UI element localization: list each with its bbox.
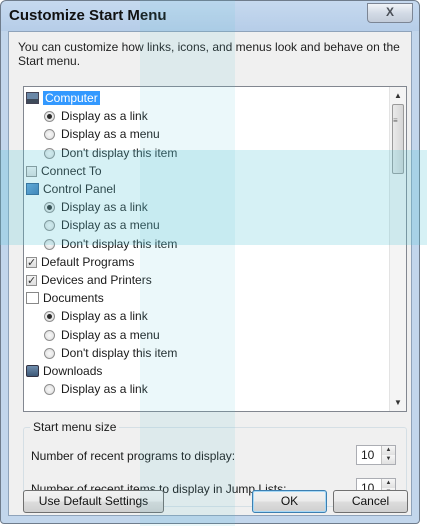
item-label: Display as a link bbox=[61, 200, 148, 215]
radio-checked-icon[interactable] bbox=[44, 111, 55, 123]
scrollbar-thumb[interactable] bbox=[392, 104, 404, 174]
use-default-settings-button[interactable]: Use Default Settings bbox=[23, 490, 164, 513]
category-item[interactable]: Computer bbox=[26, 89, 100, 107]
recent-programs-label: Number of recent programs to display: bbox=[31, 449, 236, 463]
item-label: Display as a link bbox=[61, 109, 148, 124]
radio-unchecked-icon[interactable] bbox=[44, 347, 55, 359]
item-label: Display as a menu bbox=[61, 218, 160, 233]
radio-option[interactable]: Don't display this item bbox=[44, 344, 177, 362]
item-label: Display as a menu bbox=[61, 127, 160, 142]
scrollbar-grip-icon: ≡ bbox=[393, 116, 398, 125]
recent-programs-value[interactable]: 10 bbox=[361, 448, 374, 462]
close-button[interactable]: X bbox=[367, 3, 413, 23]
downloads-icon bbox=[26, 365, 39, 377]
item-label: Documents bbox=[43, 291, 104, 306]
close-icon: X bbox=[385, 5, 394, 19]
category-item[interactable]: Documents bbox=[26, 289, 104, 307]
checkbox-unchecked-icon[interactable] bbox=[26, 165, 37, 177]
radio-unchecked-icon[interactable] bbox=[44, 129, 55, 141]
item-label: Devices and Printers bbox=[41, 273, 152, 287]
item-label: Don't display this item bbox=[61, 236, 178, 251]
radio-option[interactable]: Don't display this item bbox=[44, 235, 177, 253]
radio-option[interactable]: Display as a link bbox=[44, 380, 148, 398]
radio-unchecked-icon[interactable] bbox=[44, 329, 55, 341]
radio-checked-icon[interactable] bbox=[44, 202, 55, 214]
checkbox-checked-icon[interactable] bbox=[26, 254, 37, 272]
vertical-scrollbar[interactable]: ▲ ≡ ▼ bbox=[389, 87, 406, 411]
checkbox-checked-icon[interactable] bbox=[26, 272, 37, 290]
radio-option[interactable]: Display as a menu bbox=[44, 125, 160, 143]
dialog-title: Customize Start Menu bbox=[9, 7, 167, 24]
item-label: Connect To bbox=[41, 163, 102, 178]
scroll-down-arrow-icon[interactable]: ▼ bbox=[390, 394, 406, 411]
item-label: Computer bbox=[43, 91, 100, 105]
checkbox-option[interactable]: Devices and Printers bbox=[26, 271, 152, 290]
customize-start-menu-dialog: Customize Start Menu X You can customize… bbox=[0, 0, 420, 524]
item-label: Default Programs bbox=[41, 254, 135, 269]
description-text: You can customize how links, icons, and … bbox=[18, 40, 400, 68]
checkbox-option[interactable]: Connect To bbox=[26, 162, 102, 180]
item-label: Control Panel bbox=[43, 182, 116, 196]
control-panel-icon bbox=[26, 183, 39, 195]
radio-option[interactable]: Display as a link bbox=[44, 198, 148, 216]
radio-unchecked-icon[interactable] bbox=[44, 384, 55, 396]
documents-icon bbox=[26, 292, 39, 305]
title-bar[interactable]: Customize Start Menu X bbox=[1, 1, 419, 31]
category-item[interactable]: Downloads bbox=[26, 362, 102, 380]
group-legend: Start menu size bbox=[30, 420, 120, 434]
category-item[interactable]: Control Panel bbox=[26, 180, 116, 198]
radio-option[interactable]: Display as a link bbox=[44, 107, 148, 125]
computer-icon bbox=[26, 92, 39, 104]
item-label: Display as a link bbox=[61, 382, 148, 397]
radio-unchecked-icon[interactable] bbox=[44, 220, 55, 232]
radio-checked-icon[interactable] bbox=[44, 311, 55, 323]
start-menu-options-list[interactable]: Computer Display as a link Display as a me… bbox=[23, 86, 407, 412]
item-label: Display as a menu bbox=[61, 327, 160, 342]
dialog-body: You can customize how links, icons, and … bbox=[8, 31, 412, 516]
item-label: Downloads bbox=[43, 364, 103, 378]
recent-programs-spinner[interactable]: 10 ▲ ▼ bbox=[356, 445, 396, 465]
radio-unchecked-icon[interactable] bbox=[44, 147, 55, 159]
item-label: Don't display this item bbox=[61, 345, 178, 360]
item-label: Display as a link bbox=[61, 309, 148, 324]
spinner-buttons: ▲ ▼ bbox=[381, 446, 395, 464]
radio-option[interactable]: Don't display this item bbox=[44, 144, 177, 162]
cancel-button[interactable]: Cancel bbox=[333, 490, 408, 513]
spin-down-icon[interactable]: ▼ bbox=[382, 455, 395, 464]
radio-option[interactable]: Display as a menu bbox=[44, 326, 160, 344]
checkbox-option[interactable]: Default Programs bbox=[26, 253, 135, 272]
radio-unchecked-icon[interactable] bbox=[44, 238, 55, 250]
radio-option[interactable]: Display as a link bbox=[44, 307, 148, 325]
scroll-up-arrow-icon[interactable]: ▲ bbox=[390, 87, 406, 104]
item-label: Don't display this item bbox=[61, 145, 178, 160]
ok-button[interactable]: OK bbox=[252, 490, 327, 513]
radio-option[interactable]: Display as a menu bbox=[44, 216, 160, 234]
